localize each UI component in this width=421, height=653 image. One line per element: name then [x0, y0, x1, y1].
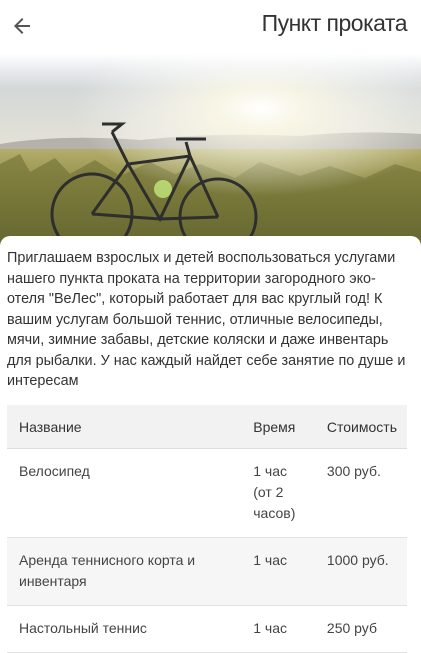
- arrow-left-icon: [14, 18, 30, 34]
- cell-time: 1 час: [241, 605, 315, 653]
- column-header-name: Название: [7, 405, 242, 449]
- column-header-time: Время: [241, 405, 315, 449]
- page-title: Пункт проката: [261, 10, 408, 36]
- table-row: Аренда теннисного корта и инвентаря 1 ча…: [7, 537, 407, 606]
- cell-name: Аренда теннисного корта и инвентаря: [7, 537, 242, 606]
- table-row: Настольный теннис 1 час 250 руб: [7, 605, 407, 653]
- cell-time: 1 час: [241, 537, 315, 606]
- hero-image: [0, 54, 421, 249]
- cell-name: Велосипед: [7, 448, 242, 538]
- table-header-row: Название Время Стоимость: [7, 405, 407, 449]
- app-header: Пункт проката: [0, 0, 421, 54]
- cell-time: 1 час (от 2 часов): [241, 448, 315, 538]
- table-row: Велосипед 1 час (от 2 часов) 300 руб.: [7, 448, 407, 538]
- content-card: Приглашаем взрослых и детей воспользоват…: [0, 236, 421, 653]
- intro-text: Приглашаем взрослых и детей воспользоват…: [7, 250, 406, 389]
- cell-price: 250 руб: [314, 605, 407, 653]
- cell-price: 1000 руб.: [314, 537, 407, 606]
- cell-name: Настольный теннис: [7, 605, 242, 653]
- cell-price: 300 руб.: [314, 448, 407, 538]
- back-button[interactable]: [6, 10, 38, 42]
- column-header-price: Стоимость: [314, 405, 407, 449]
- price-table: Название Время Стоимость Велосипед 1 час…: [7, 405, 407, 653]
